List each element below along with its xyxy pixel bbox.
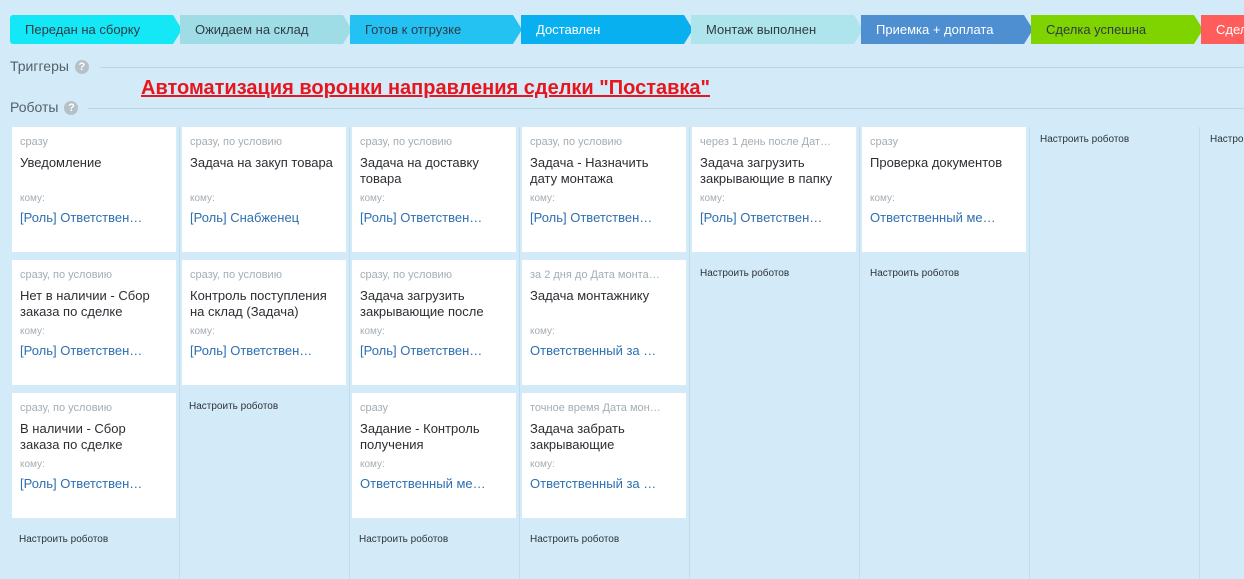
- robot-when: сразу: [360, 402, 389, 414]
- robot-card[interactable]: сразу Проверка документов кому: Ответств…: [862, 127, 1026, 252]
- robot-responsible-link[interactable]: [Роль] Ответствен…: [20, 476, 168, 491]
- triggers-help-icon[interactable]: ?: [74, 60, 89, 74]
- robot-card[interactable]: сразу Задание - Контроль получения кому:…: [352, 393, 516, 518]
- robots-column-gotov-k-otgruzke: сразу, по условию Задача на доставку тов…: [350, 127, 520, 579]
- robot-responsible-link[interactable]: [Роль] Ответствен…: [360, 343, 508, 358]
- robot-when: точное время Дата мон…: [530, 402, 661, 414]
- robot-to-label: кому:: [530, 326, 555, 337]
- robots-label: Роботы: [10, 99, 59, 115]
- setup-robots-link[interactable]: Настроить роботов: [870, 268, 959, 279]
- stage-montazh-vypolnen[interactable]: Монтаж выполнен: [691, 15, 863, 44]
- robot-responsible-link[interactable]: [Роль] Ответствен…: [20, 343, 168, 358]
- robot-to-label: кому:: [190, 193, 215, 204]
- pipeline-stages: Передан на сборку Ожидаем на склад Готов…: [10, 15, 1244, 44]
- robot-responsible-link[interactable]: [Роль] Ответствен…: [20, 210, 168, 225]
- robots-divider: [88, 108, 1244, 109]
- robot-title: В наличии - Сбор заказа по сделке: [20, 421, 126, 452]
- robots-column-montazh-vypolnen: через 1 день после Дат… Задача загрузить…: [690, 127, 860, 579]
- robot-title: Задача на закуп товара: [190, 155, 333, 170]
- robot-card[interactable]: сразу, по условию Задача загрузить закры…: [352, 260, 516, 385]
- stage-priemka-doplata[interactable]: Приемка + доплата: [861, 15, 1033, 44]
- robot-responsible-link[interactable]: [Роль] Ответствен…: [530, 210, 678, 225]
- robots-column-dostavlen: сразу, по условию Задача - Назначить дат…: [520, 127, 690, 579]
- robot-card[interactable]: сразу Уведомление кому: [Роль] Ответстве…: [12, 127, 176, 252]
- robot-card[interactable]: точное время Дата мон… Задача забрать за…: [522, 393, 686, 518]
- robot-to-label: кому:: [530, 193, 555, 204]
- robot-responsible-link[interactable]: Ответственный ме…: [870, 210, 1018, 225]
- robots-column-sdelka-uspeshna: Настроить роботов: [1030, 127, 1200, 579]
- robot-responsible-link[interactable]: [Роль] Ответствен…: [360, 210, 508, 225]
- robot-to-label: кому:: [700, 193, 725, 204]
- robot-to-label: кому:: [870, 193, 895, 204]
- setup-robots-link[interactable]: Настроить роботов: [530, 534, 619, 545]
- robot-when: сразу, по условию: [190, 136, 282, 148]
- robot-to-label: кому:: [190, 326, 215, 337]
- robot-title: Задача загрузить закрывающие в папку: [700, 155, 833, 186]
- robot-title: Контроль поступления на склад (Задача): [190, 288, 327, 319]
- robot-when: сразу, по условию: [20, 402, 112, 414]
- robot-to-label: кому:: [530, 459, 555, 470]
- robot-responsible-link[interactable]: [Роль] Ответствен…: [190, 343, 338, 358]
- robot-title: Задача на доставку товара: [360, 155, 479, 186]
- setup-robots-link[interactable]: Настроить роботов: [189, 401, 278, 412]
- robots-column-priemka-doplata: сразу Проверка документов кому: Ответств…: [860, 127, 1030, 579]
- robot-responsible-link[interactable]: [Роль] Снабженец: [190, 210, 338, 225]
- robot-card[interactable]: сразу, по условию Задача на закуп товара…: [182, 127, 346, 252]
- robot-when: сразу: [870, 136, 899, 148]
- robot-to-label: кому:: [360, 459, 385, 470]
- stage-sdelka-uspeshna[interactable]: Сделка успешна: [1031, 15, 1203, 44]
- robot-when: сразу, по условию: [360, 136, 452, 148]
- robots-column-ozhidaem-na-sklad: сразу, по условию Задача на закуп товара…: [180, 127, 350, 579]
- robot-card[interactable]: сразу, по условию Задача - Назначить дат…: [522, 127, 686, 252]
- robot-title: Задача монтажнику: [530, 288, 650, 303]
- robot-title: Задание - Контроль получения: [360, 421, 480, 452]
- robots-section-label: Роботы?: [10, 99, 79, 115]
- annotation-headline: Автоматизация воронки направления сделки…: [141, 77, 711, 99]
- robot-responsible-link[interactable]: [Роль] Ответствен…: [700, 210, 848, 225]
- triggers-divider: [100, 67, 1244, 68]
- robot-to-label: кому:: [20, 193, 45, 204]
- robots-column-peredan-na-sborku: сразу Уведомление кому: [Роль] Ответстве…: [10, 127, 180, 579]
- robot-card[interactable]: сразу, по условию Задача на доставку тов…: [352, 127, 516, 252]
- robot-when: за 2 дня до Дата монта…: [530, 269, 660, 281]
- robots-column-sdelka-partial: Настро: [1200, 127, 1244, 579]
- robot-when: сразу, по условию: [20, 269, 112, 281]
- robot-responsible-link[interactable]: Ответственный за …: [530, 476, 678, 491]
- robot-card[interactable]: за 2 дня до Дата монта… Задача монтажник…: [522, 260, 686, 385]
- robot-when: через 1 день после Дат…: [700, 136, 832, 148]
- robot-card[interactable]: через 1 день после Дат… Задача загрузить…: [692, 127, 856, 252]
- setup-robots-link[interactable]: Настроить роботов: [1040, 134, 1129, 145]
- robot-to-label: кому:: [360, 193, 385, 204]
- robot-title: Задача - Назначить дату монтажа: [530, 155, 649, 186]
- stage-gotov-k-otgruzke[interactable]: Готов к отгрузке: [350, 15, 522, 44]
- stage-ozhidaem-na-sklad[interactable]: Ожидаем на склад: [180, 15, 352, 44]
- robot-when: сразу: [20, 136, 49, 148]
- robot-title: Нет в наличии - Сбор заказа по сделке: [20, 288, 150, 319]
- robot-when: сразу, по условию: [530, 136, 622, 148]
- setup-robots-link[interactable]: Настро: [1210, 134, 1244, 145]
- setup-robots-link[interactable]: Настроить роботов: [359, 534, 448, 545]
- robot-card[interactable]: сразу, по условию В наличии - Сбор заказ…: [12, 393, 176, 518]
- robot-title: Задача забрать закрывающие: [530, 421, 625, 452]
- robot-title: Задача загрузить закрывающие после: [360, 288, 484, 319]
- robot-to-label: кому:: [360, 326, 385, 337]
- robot-to-label: кому:: [20, 459, 45, 470]
- robots-help-icon[interactable]: ?: [64, 101, 79, 115]
- triggers-label: Триггеры: [10, 58, 69, 74]
- triggers-section-label: Триггеры?: [10, 58, 89, 74]
- robot-when: сразу, по условию: [360, 269, 452, 281]
- robot-title: Уведомление: [20, 155, 102, 170]
- stage-dostavlen[interactable]: Доставлен: [521, 15, 693, 44]
- robot-responsible-link[interactable]: Ответственный ме…: [360, 476, 508, 491]
- setup-robots-link[interactable]: Настроить роботов: [19, 534, 108, 545]
- robot-responsible-link[interactable]: Ответственный за …: [530, 343, 678, 358]
- robot-to-label: кому:: [20, 326, 45, 337]
- stage-sdelka-partial[interactable]: Сдел: [1201, 15, 1244, 44]
- stage-peredan-na-sborku[interactable]: Передан на сборку: [10, 15, 182, 44]
- robot-card[interactable]: сразу, по условию Контроль поступления н…: [182, 260, 346, 385]
- robot-card[interactable]: сразу, по условию Нет в наличии - Сбор з…: [12, 260, 176, 385]
- robot-title: Проверка документов: [870, 155, 1003, 170]
- robot-when: сразу, по условию: [190, 269, 282, 281]
- setup-robots-link[interactable]: Настроить роботов: [700, 268, 789, 279]
